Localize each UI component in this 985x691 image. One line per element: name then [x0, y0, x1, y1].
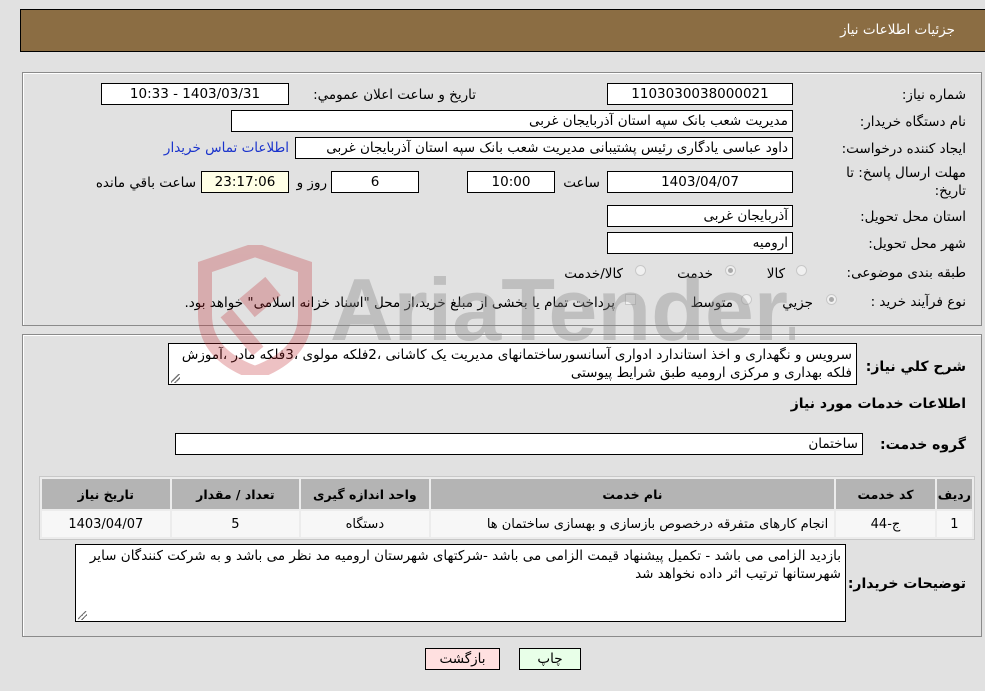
- remaining-time-label: ساعت باقي مانده: [95, 175, 196, 191]
- col-header-service-code: کد خدمت: [836, 479, 935, 509]
- purchase-type-label: نوع فرآیند خرید :: [870, 294, 966, 310]
- need-number-field: 1103030038000021: [607, 83, 793, 105]
- resize-grip-icon[interactable]: [78, 611, 87, 620]
- category-label: طبقه بندی موضوعی:: [846, 265, 966, 281]
- category-goods-label: کالا: [766, 266, 785, 282]
- print-button[interactable]: چاپ: [519, 648, 581, 670]
- resize-grip-icon[interactable]: [171, 374, 180, 383]
- page-title: جزئیات اطلاعات نیاز: [840, 22, 955, 38]
- delivery-city-field: ارومیه: [607, 232, 793, 254]
- buyer-notes-label: توضیحات خریدار:: [847, 576, 966, 592]
- need-number-label: شماره نیاز:: [901, 87, 966, 103]
- buyer-notes-text: بازدید الزامی می باشد - تکمیل پیشنهاد قی…: [89, 548, 841, 582]
- purchase-type-minor-radio[interactable]: [826, 294, 837, 305]
- service-group-label: گروه خدمت:: [880, 437, 966, 453]
- description-text: سرویس و نگهداری و اخذ استاندارد ادواری آ…: [181, 347, 852, 381]
- table-header-row: ردیف کد خدمت نام خدمت واحد اندازه گیری ت…: [42, 479, 972, 509]
- buyer-org-field: مدیریت شعب بانک سپه استان آذربایجان غربی: [231, 110, 793, 132]
- description-textarea[interactable]: سرویس و نگهداری و اخذ استاندارد ادواری آ…: [168, 343, 857, 385]
- buyer-contact-link[interactable]: اطلاعات تماس خریدار: [164, 140, 289, 156]
- buyer-org-label: نام دستگاه خریدار:: [859, 114, 966, 130]
- delivery-province-field: آذربایجان غربی: [607, 205, 793, 227]
- col-header-service-name: نام خدمت: [430, 479, 835, 509]
- treasury-checkbox-label: پرداخت تمام یا بخشی از مبلغ خرید،از محل …: [184, 295, 615, 311]
- category-service-radio[interactable]: [725, 265, 736, 276]
- cell-unit: دستگاه: [301, 511, 429, 537]
- category-goods-radio[interactable]: [796, 265, 807, 276]
- service-group-field: ساختمان: [175, 433, 863, 455]
- requester-label: ایجاد کننده درخواست:: [841, 141, 966, 157]
- services-table: ردیف کد خدمت نام خدمت واحد اندازه گیری ت…: [39, 476, 975, 540]
- purchase-type-medium-radio[interactable]: [741, 294, 752, 305]
- cell-service-name: انجام کارهای متفرقه درخصوص بازسازی و بهس…: [430, 511, 835, 537]
- deadline-time-field: 10:00: [467, 171, 555, 193]
- delivery-city-label: شهر محل تحویل:: [868, 236, 966, 252]
- col-header-row-number: ردیف: [936, 479, 972, 509]
- remaining-days-field: 6: [331, 171, 419, 193]
- deadline-label-line1: مهلت ارسال پاسخ: تا: [846, 165, 966, 181]
- remaining-time-field: 23:17:06: [201, 171, 289, 193]
- category-goods-service-radio[interactable]: [635, 265, 646, 276]
- col-header-unit: واحد اندازه گیری: [301, 479, 429, 509]
- requester-field: داود عباسی یادگاری رئیس پشتیبانی مدیریت …: [295, 137, 793, 159]
- col-header-need-date: تاریخ نیاز: [42, 479, 170, 509]
- deadline-label-line2: تاریخ:: [934, 183, 966, 199]
- buyer-notes-textarea[interactable]: بازدید الزامی می باشد - تکمیل پیشنهاد قی…: [75, 544, 846, 622]
- table-row: 1 ج-44 انجام کارهای متفرقه درخصوص بازساز…: [42, 511, 972, 537]
- services-section-title: اطلاعات خدمات مورد نیاز: [790, 396, 966, 412]
- delivery-province-label: استان محل تحویل:: [860, 209, 966, 225]
- purchase-type-minor-label: جزيي: [782, 295, 813, 311]
- announce-datetime-field: 1403/03/31 - 10:33: [101, 83, 289, 105]
- cell-row-number: 1: [936, 511, 972, 537]
- purchase-type-medium-label: متوسط: [690, 295, 733, 311]
- deadline-date-field: 1403/04/07: [607, 171, 793, 193]
- col-header-quantity: تعداد / مقدار: [171, 479, 300, 509]
- cell-quantity: 5: [171, 511, 300, 537]
- days-label: روز و: [296, 175, 327, 191]
- category-service-label: خدمت: [677, 266, 713, 282]
- description-label: شرح کلي نیاز:: [865, 359, 966, 375]
- cell-need-date: 1403/04/07: [42, 511, 170, 537]
- announce-datetime-label: تاریخ و ساعت اعلان عمومي:: [313, 87, 476, 103]
- treasury-checkbox[interactable]: [625, 294, 636, 305]
- category-goods-service-label: کالا/خدمت: [564, 266, 623, 282]
- cell-service-code: ج-44: [836, 511, 935, 537]
- deadline-time-label: ساعت: [563, 175, 600, 191]
- back-button[interactable]: بازگشت: [425, 648, 500, 670]
